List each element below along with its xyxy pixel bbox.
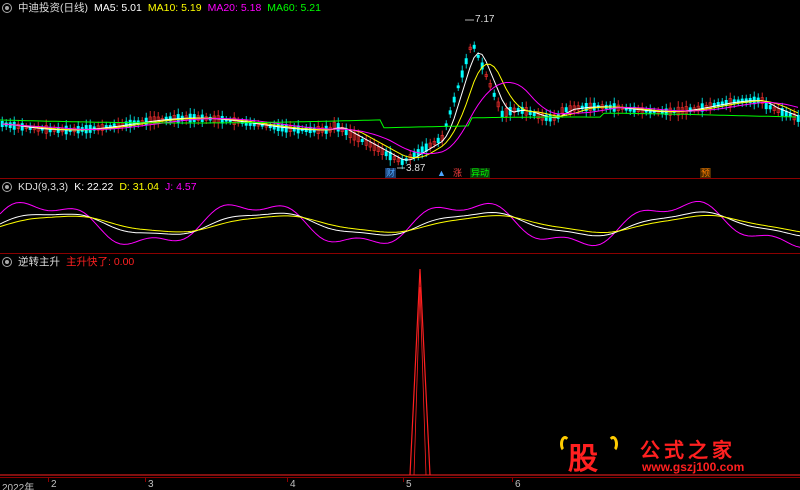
signal-spike xyxy=(409,268,431,476)
candle-body xyxy=(492,92,496,97)
candle-body xyxy=(284,124,288,133)
candle-body xyxy=(8,122,12,129)
watermark-logo: 股 公式之家 www.gszj100.com xyxy=(560,432,800,477)
high-price-label: 7.17 xyxy=(475,14,495,25)
candle-body xyxy=(764,102,768,110)
panel-divider xyxy=(0,253,800,254)
logo-url: www.gszj100.com xyxy=(642,460,745,474)
time-tick xyxy=(512,478,513,482)
price-chart[interactable] xyxy=(0,12,800,178)
time-axis: 2022年 2 3 4 5 6 xyxy=(0,477,800,490)
time-label-month: 4 xyxy=(290,479,296,490)
candle-body xyxy=(412,152,416,158)
signal-spike-inner xyxy=(413,286,427,476)
time-tick xyxy=(403,478,404,482)
candle-body xyxy=(336,123,340,132)
logo-char: 股 xyxy=(568,442,598,477)
time-label-year: 2022年 xyxy=(2,483,35,490)
kdj-d-value: D: 31.04 xyxy=(119,181,160,193)
candle-body xyxy=(460,70,464,78)
candle-body xyxy=(12,121,16,130)
time-label-month: 3 xyxy=(148,479,154,490)
candle-body xyxy=(360,138,364,143)
time-tick xyxy=(145,478,146,482)
panel-divider xyxy=(0,178,800,179)
candle-body xyxy=(724,100,728,106)
kdj-j-line xyxy=(0,201,800,248)
candle-body xyxy=(564,107,568,113)
signal-settings-gear-icon[interactable] xyxy=(2,257,12,267)
kdj-j-value: J: 4.57 xyxy=(165,181,197,193)
time-tick xyxy=(48,478,49,482)
candle-body xyxy=(456,85,460,89)
time-tick xyxy=(287,478,288,482)
candle-body xyxy=(448,110,452,115)
candle-body xyxy=(548,114,552,122)
candle-body xyxy=(532,112,536,117)
time-label-month: 6 xyxy=(515,479,521,490)
candle-body xyxy=(472,44,476,49)
kdj-k-value: K: 22.22 xyxy=(74,181,114,193)
candle-body xyxy=(384,151,388,157)
candle-body xyxy=(436,137,440,143)
kdj-panel-header: KDJ(9,3,3) K: 22.22 D: 31.04 J: 4.57 xyxy=(2,180,197,194)
candle-body xyxy=(476,55,480,58)
time-label-month: 5 xyxy=(406,479,412,490)
low-price-label: 3.87 xyxy=(406,163,426,174)
candle-body xyxy=(20,123,24,131)
time-label-month: 2 xyxy=(51,479,57,490)
kdj-name[interactable]: KDJ(9,3,3) xyxy=(18,180,68,194)
candle-body xyxy=(452,96,456,103)
kdj-chart[interactable] xyxy=(0,194,800,252)
logo-right-horn-icon xyxy=(608,436,618,452)
candle-body xyxy=(400,159,404,165)
kdj-settings-gear-icon[interactable] xyxy=(2,182,12,192)
candle-body xyxy=(500,110,504,118)
candle-body xyxy=(420,146,424,154)
candle-body xyxy=(464,58,468,65)
candle-body xyxy=(768,105,772,110)
logo-name: 公式之家 xyxy=(640,438,736,462)
